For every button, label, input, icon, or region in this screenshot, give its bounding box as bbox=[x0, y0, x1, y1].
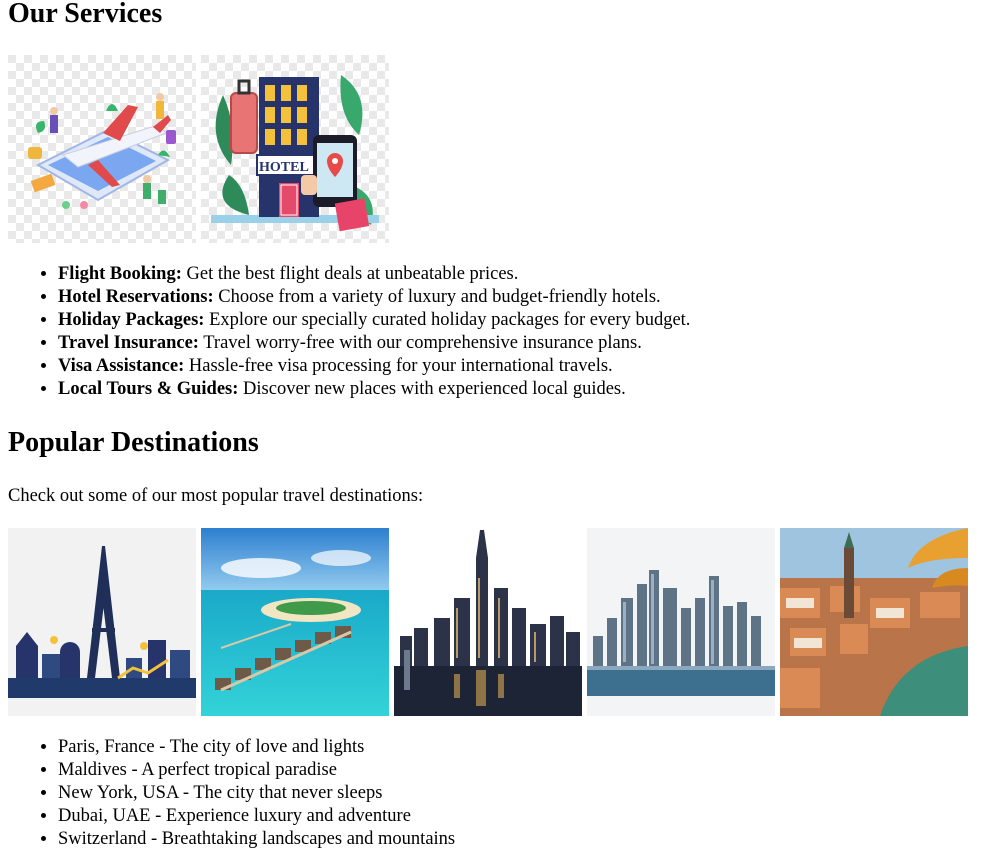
service-description: Explore our specially curated holiday pa… bbox=[204, 310, 691, 330]
switzerland-city-photo-icon bbox=[780, 528, 968, 716]
paris-skyline-illustration-icon bbox=[8, 528, 196, 716]
service-item-flight-booking: Flight Booking: Get the best flight deal… bbox=[58, 263, 690, 286]
switzerland-image bbox=[780, 528, 968, 716]
service-title: Local Tours & Guides: bbox=[58, 379, 239, 399]
destinations-image-row bbox=[8, 528, 968, 716]
services-image-row: HOTEL bbox=[8, 55, 389, 243]
service-title: Flight Booking: bbox=[58, 264, 182, 284]
service-item-local-tours: Local Tours & Guides: Discover new place… bbox=[58, 378, 690, 401]
new-york-image bbox=[394, 528, 582, 716]
destinations-list: Paris, France - The city of love and lig… bbox=[8, 736, 455, 851]
service-description: Hassle-free visa processing for your int… bbox=[184, 356, 613, 376]
destination-item: Switzerland - Breathtaking landscapes an… bbox=[58, 828, 455, 851]
destinations-heading: Popular Destinations bbox=[8, 427, 259, 458]
flight-booking-image bbox=[8, 55, 196, 243]
services-list: Flight Booking: Get the best flight deal… bbox=[8, 263, 690, 401]
service-title: Visa Assistance: bbox=[58, 356, 185, 376]
service-item-holiday-packages: Holiday Packages: Explore our specially … bbox=[58, 309, 690, 332]
destination-item: Dubai, UAE - Experience luxury and adven… bbox=[58, 805, 455, 828]
service-description: Travel worry-free with our comprehensive… bbox=[198, 333, 642, 353]
service-item-hotel-reservations: Hotel Reservations: Choose from a variet… bbox=[58, 286, 690, 309]
dubai-image bbox=[587, 528, 775, 716]
new-york-skyline-photo-icon bbox=[394, 528, 582, 716]
service-item-travel-insurance: Travel Insurance: Travel worry-free with… bbox=[58, 332, 690, 355]
hotel-illustration-icon: HOTEL bbox=[201, 55, 389, 243]
hotel-reservation-image: HOTEL bbox=[201, 55, 389, 243]
services-heading: Our Services bbox=[8, 0, 163, 29]
hotel-sign-text: HOTEL bbox=[259, 160, 309, 175]
service-title: Hotel Reservations: bbox=[58, 287, 214, 307]
service-description: Get the best flight deals at unbeatable … bbox=[181, 264, 519, 284]
maldives-photo-icon bbox=[201, 528, 389, 716]
service-description: Discover new places with experienced loc… bbox=[238, 379, 626, 399]
service-title: Holiday Packages: bbox=[58, 310, 205, 330]
service-item-visa-assistance: Visa Assistance: Hassle-free visa proces… bbox=[58, 355, 690, 378]
destination-item: New York, USA - The city that never slee… bbox=[58, 782, 455, 805]
flight-booking-illustration-icon bbox=[8, 55, 196, 243]
paris-image bbox=[8, 528, 196, 716]
maldives-image bbox=[201, 528, 389, 716]
service-description: Choose from a variety of luxury and budg… bbox=[213, 287, 661, 307]
dubai-skyline-photo-icon bbox=[587, 528, 775, 716]
destination-item: Maldives - A perfect tropical paradise bbox=[58, 759, 455, 782]
destinations-intro: Check out some of our most popular trave… bbox=[8, 486, 424, 506]
service-title: Travel Insurance: bbox=[58, 333, 199, 353]
destination-item: Paris, France - The city of love and lig… bbox=[58, 736, 455, 759]
